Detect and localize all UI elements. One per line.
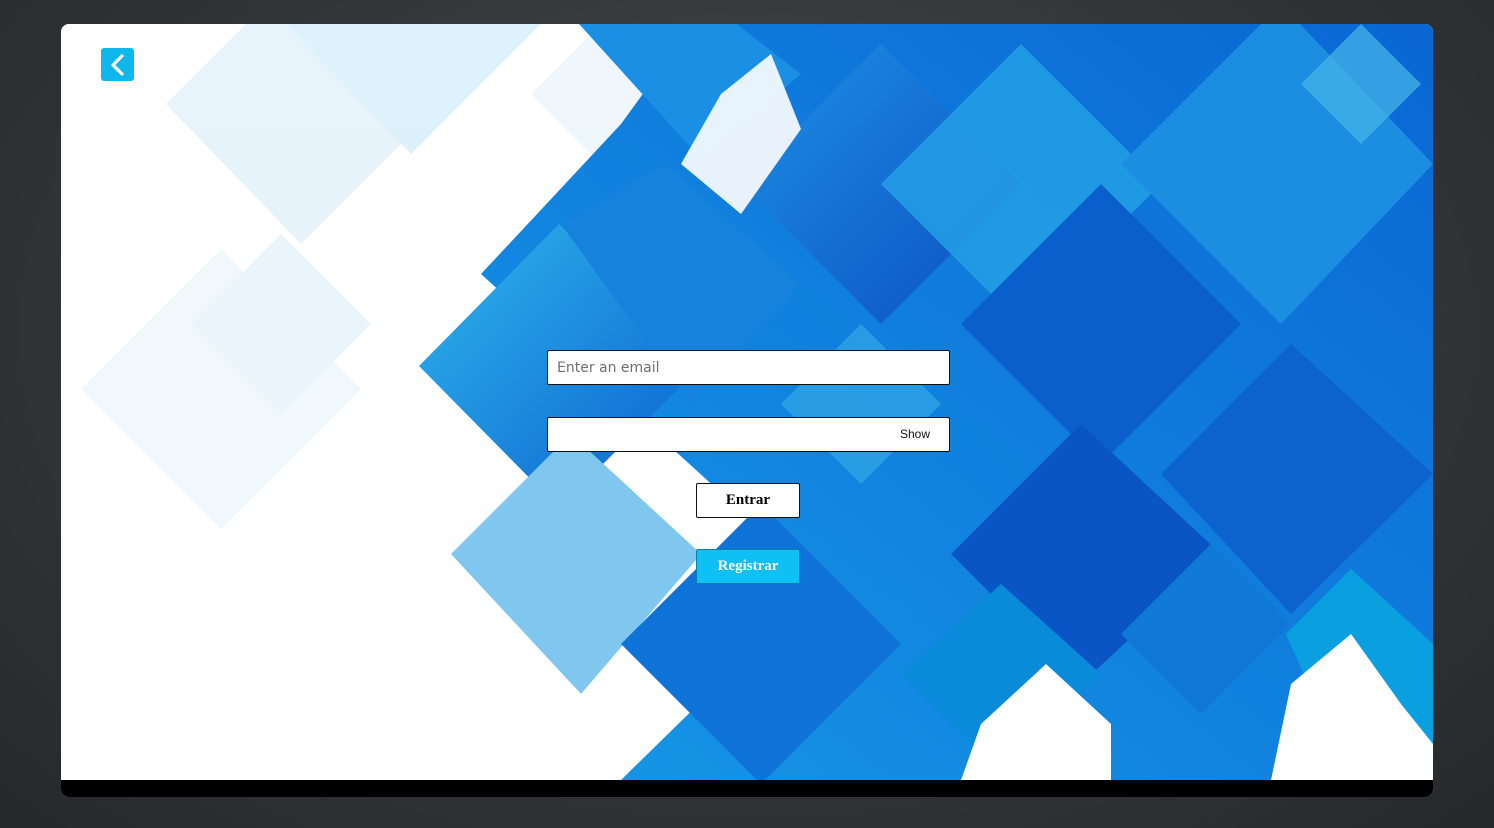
password-field[interactable]: Show — [547, 417, 950, 452]
email-input[interactable] — [548, 351, 949, 384]
bottom-bar — [61, 780, 1433, 797]
chevron-left-icon — [110, 53, 124, 76]
password-input[interactable] — [548, 418, 949, 451]
back-button[interactable] — [101, 48, 134, 81]
email-field[interactable] — [547, 350, 950, 385]
login-modal: Show Entrar Registrar — [61, 24, 1433, 797]
show-password-toggle[interactable]: Show — [900, 427, 930, 441]
login-button[interactable]: Entrar — [696, 483, 800, 518]
background-illustration — [61, 24, 1433, 780]
register-button[interactable]: Registrar — [696, 549, 800, 584]
